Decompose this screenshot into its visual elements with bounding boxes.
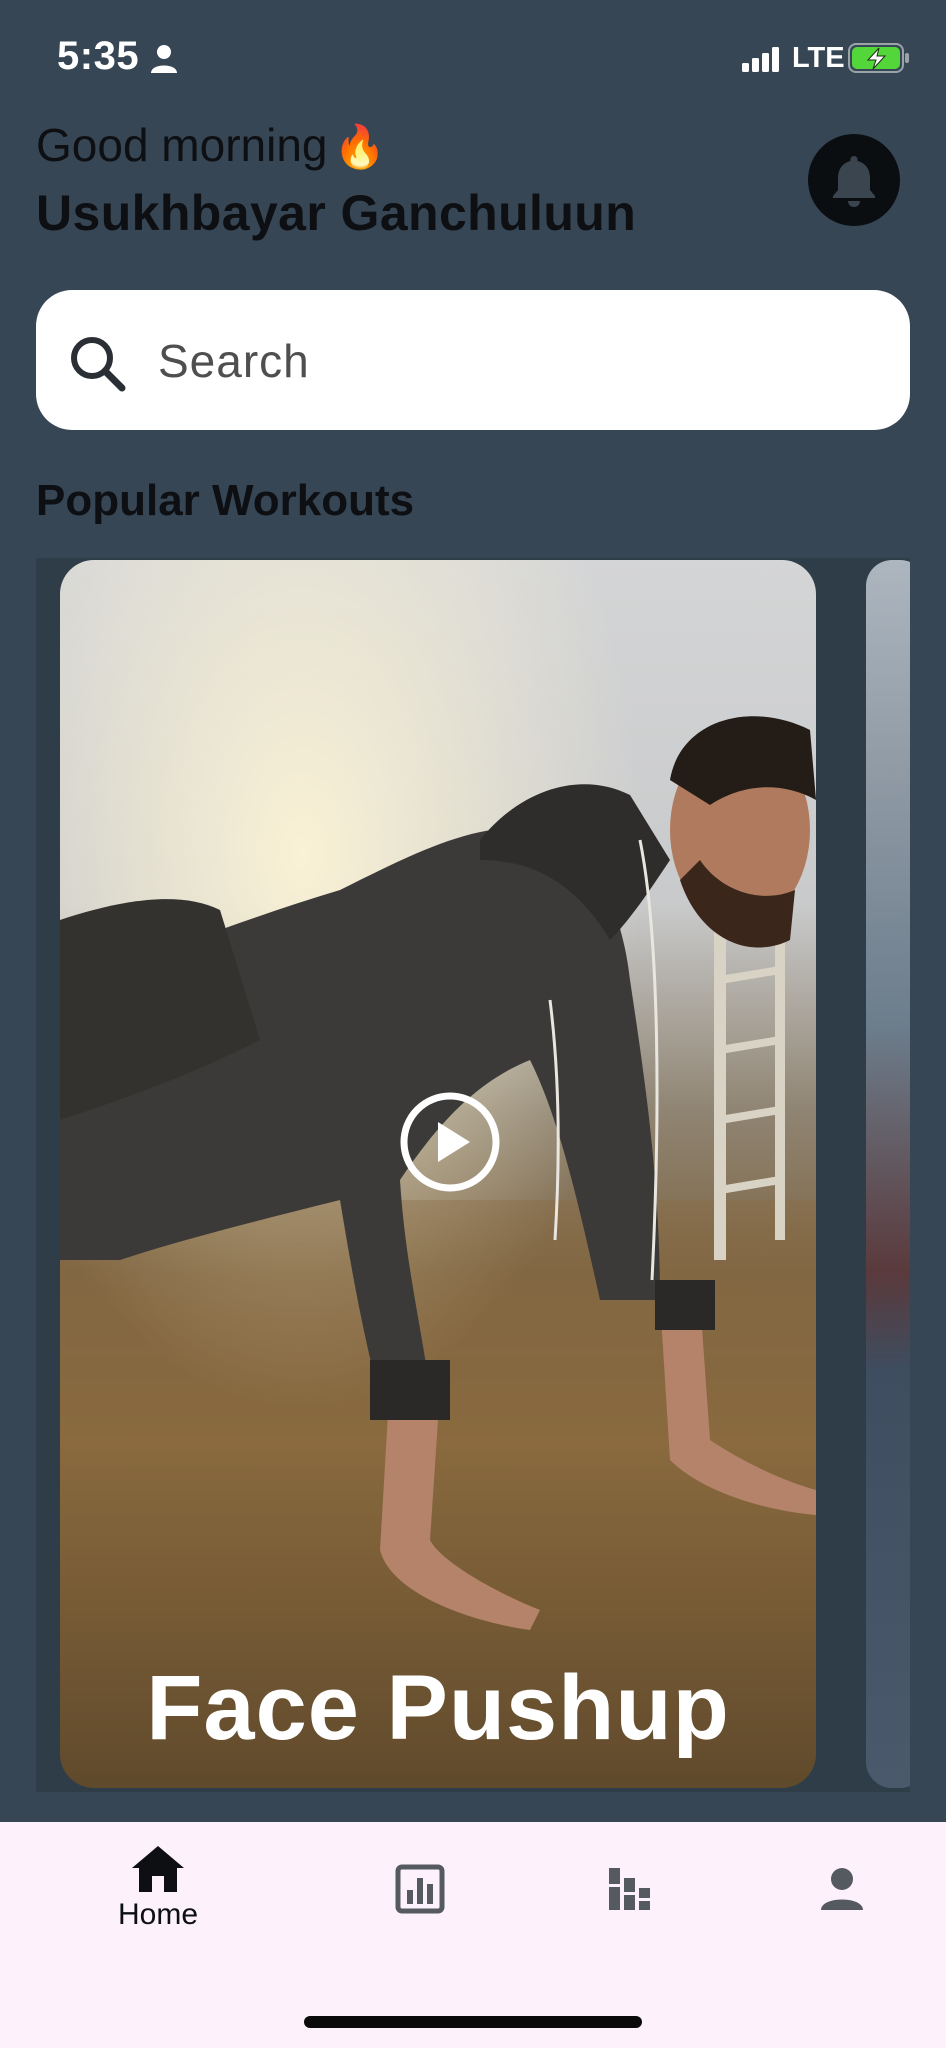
network-label: LTE	[792, 42, 845, 74]
workout-card[interactable]: Face Pushup	[60, 560, 816, 1788]
bottom-navigation: Home	[0, 1822, 946, 2048]
nav-item-leaderboard[interactable]	[560, 1844, 700, 1964]
search-icon	[71, 337, 126, 392]
search-bar[interactable]	[36, 290, 910, 430]
search-input[interactable]	[156, 320, 860, 402]
workout-card-title: Face Pushup	[146, 1657, 730, 1759]
signal-icon	[742, 47, 779, 72]
greeting-text: Good morning 🔥	[36, 118, 386, 172]
home-indicator	[304, 2016, 642, 2028]
notifications-button[interactable]	[808, 134, 900, 226]
nav-item-stats[interactable]	[350, 1844, 490, 1964]
play-icon[interactable]	[398, 1090, 502, 1194]
person-icon	[151, 45, 177, 73]
flame-icon: 🔥	[333, 122, 386, 171]
nav-item-home[interactable]: Home	[88, 1844, 228, 1964]
workout-carousel[interactable]: Face Pushup	[36, 558, 910, 1792]
user-name: Usukhbayar Ganchuluun	[36, 185, 637, 241]
greeting-label: Good morning	[36, 119, 328, 171]
section-title-popular-workouts: Popular Workouts	[36, 476, 415, 525]
bell-icon	[833, 156, 875, 207]
nav-item-profile[interactable]	[772, 1844, 912, 1964]
stats-icon	[395, 1864, 445, 1914]
battery-charging-icon	[848, 43, 909, 73]
status-time: 5:35	[57, 34, 140, 78]
nav-label-home: Home	[117, 1898, 199, 1931]
leaderboard-icon	[609, 1868, 650, 1910]
profile-icon	[821, 1868, 863, 1910]
home-icon	[132, 1846, 184, 1892]
workout-card-next[interactable]	[866, 560, 910, 1788]
